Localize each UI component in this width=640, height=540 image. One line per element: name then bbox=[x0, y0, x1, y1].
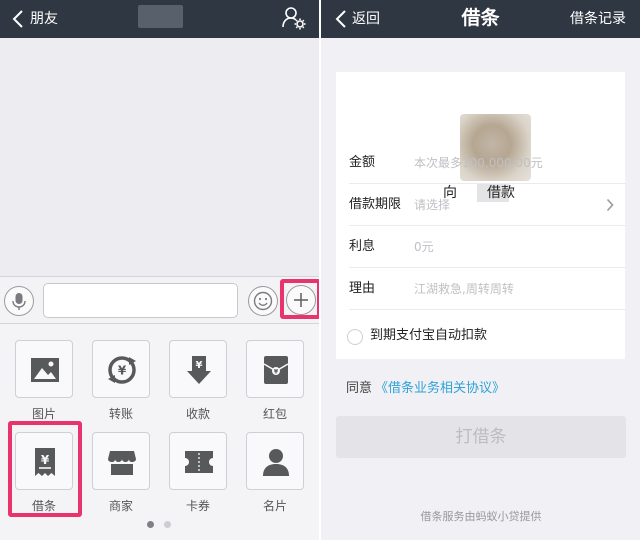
iou-records-link[interactable]: 借条记录 bbox=[570, 9, 626, 29]
message-input[interactable] bbox=[43, 283, 238, 318]
tool-label: 红包 bbox=[262, 407, 287, 421]
more-options-button[interactable] bbox=[286, 285, 316, 315]
autopay-radio[interactable] bbox=[347, 329, 363, 345]
chat-navbar: 朋友 bbox=[0, 0, 319, 38]
tool-tile[interactable]: ¥ bbox=[246, 340, 304, 398]
interest-input[interactable]: 0元 bbox=[414, 237, 434, 257]
amount-input[interactable]: 本次最多100,000.00元 bbox=[414, 153, 543, 173]
autopay-label[interactable]: 到期支付宝自动扣款 bbox=[370, 326, 487, 346]
tool-tile[interactable]: ¥ bbox=[92, 340, 150, 398]
page-indicator bbox=[147, 521, 173, 529]
term-select[interactable]: 请选择 bbox=[414, 195, 450, 215]
back-button-label[interactable]: 朋友 bbox=[30, 9, 58, 29]
red-envelope-icon: ¥ bbox=[263, 356, 289, 384]
voice-input-button[interactable] bbox=[4, 286, 34, 316]
chat-message-area[interactable] bbox=[0, 38, 319, 276]
create-iou-button[interactable]: 打借条 bbox=[336, 416, 626, 458]
reason-input[interactable]: 江湖救急,周转周转 bbox=[414, 279, 514, 299]
transfer-icon: ¥ bbox=[108, 356, 136, 384]
receive-money-icon: ¥ bbox=[187, 356, 211, 384]
tool-label: 图片 bbox=[31, 407, 56, 421]
tool-contact-card[interactable]: 名片 bbox=[246, 432, 306, 513]
divider bbox=[349, 309, 626, 310]
iou-tool-highlight bbox=[8, 421, 82, 517]
field-label: 借款期限 bbox=[349, 197, 402, 212]
tool-tile[interactable]: ¥ bbox=[169, 340, 227, 398]
field-label: 利息 bbox=[349, 239, 376, 254]
plus-icon bbox=[294, 293, 308, 307]
chat-screen: 朋友 图片 ¥ 转账 ¥ 收款 ¥ 红包 ¥ 借条 商家 卡券 名片 bbox=[0, 0, 319, 540]
tool-tile[interactable] bbox=[92, 432, 150, 490]
tool-coupon[interactable]: 卡券 bbox=[169, 432, 229, 513]
page-dot-active[interactable] bbox=[147, 521, 154, 528]
agreement-link[interactable]: 《借条业务相关协议》 bbox=[375, 379, 505, 399]
back-arrow-icon[interactable] bbox=[12, 9, 24, 29]
microphone-icon bbox=[12, 293, 26, 310]
svg-text:¥: ¥ bbox=[118, 364, 127, 378]
blurred-friend-name bbox=[138, 5, 183, 28]
field-label: 理由 bbox=[349, 281, 376, 296]
friend-settings-icon[interactable] bbox=[280, 4, 308, 32]
tools-panel: 图片 ¥ 转账 ¥ 收款 ¥ 红包 ¥ 借条 商家 卡券 名片 bbox=[0, 324, 319, 540]
shop-icon bbox=[108, 451, 136, 475]
emoji-button[interactable] bbox=[248, 286, 278, 316]
tool-tile[interactable] bbox=[169, 432, 227, 490]
page-dot[interactable] bbox=[164, 521, 171, 528]
tool-transfer[interactable]: ¥ 转账 bbox=[92, 340, 152, 421]
agree-label: 同意 bbox=[346, 381, 373, 396]
amount-field[interactable]: 金额 本次最多100,000.00元 bbox=[336, 142, 626, 184]
interest-field[interactable]: 利息 0元 bbox=[336, 226, 626, 268]
tool-image[interactable]: 图片 bbox=[15, 340, 75, 421]
tool-label: 卡券 bbox=[185, 499, 210, 513]
svg-text:¥: ¥ bbox=[196, 360, 203, 371]
tool-tile[interactable] bbox=[15, 340, 73, 398]
tool-label: 转账 bbox=[108, 407, 133, 421]
chat-input-bar bbox=[0, 276, 319, 324]
contact-card-icon bbox=[263, 449, 289, 476]
coupon-icon bbox=[185, 451, 213, 473]
image-icon bbox=[31, 358, 59, 382]
tool-shop[interactable]: 商家 bbox=[92, 432, 152, 513]
tool-label: 名片 bbox=[262, 499, 287, 513]
tool-label: 收款 bbox=[185, 407, 210, 421]
field-label: 金额 bbox=[349, 155, 376, 170]
tool-receive[interactable]: ¥ 收款 bbox=[169, 340, 229, 421]
tool-red-envelope[interactable]: ¥ 红包 bbox=[246, 340, 306, 421]
iou-navbar: 返回 借条 借条记录 bbox=[321, 0, 640, 38]
tool-tile[interactable] bbox=[246, 432, 304, 490]
tool-label: 商家 bbox=[108, 499, 133, 513]
term-field[interactable]: 借款期限 请选择 bbox=[336, 184, 626, 226]
reason-field[interactable]: 理由 江湖救急,周转周转 bbox=[336, 268, 626, 310]
chevron-right-icon bbox=[606, 198, 614, 212]
smiley-icon bbox=[253, 291, 273, 311]
service-provider-note: 借条服务由蚂蚁小贷提供 bbox=[420, 510, 542, 523]
